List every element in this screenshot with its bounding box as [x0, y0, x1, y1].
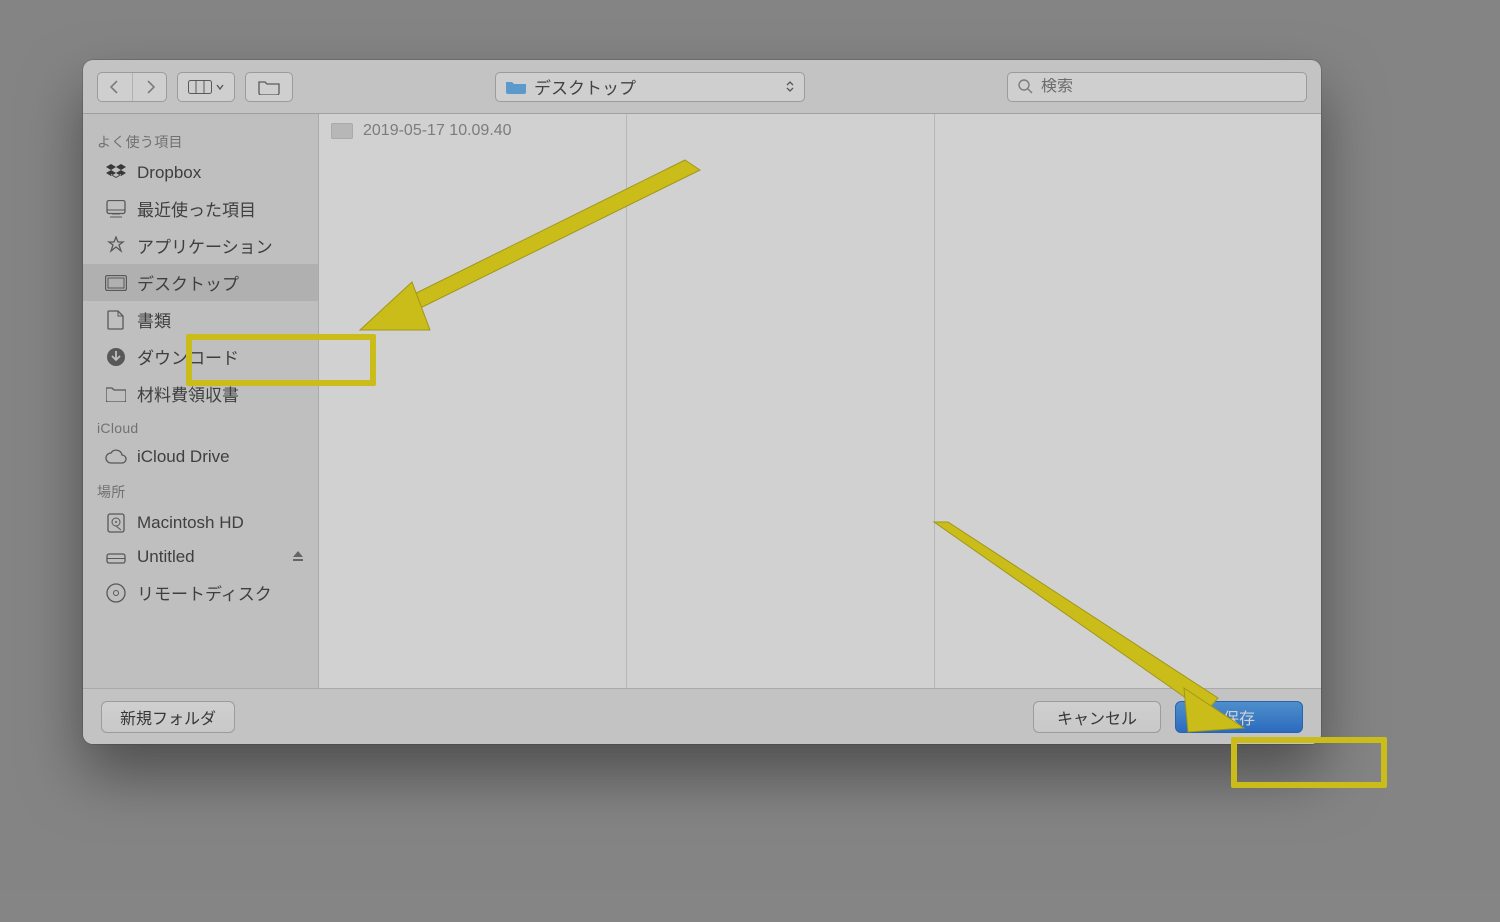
current-folder-label: デスクトップ: [534, 74, 636, 99]
sidebar: よく使う項目 Dropbox 最近使った項目 アプリケーション: [83, 114, 319, 688]
external-disk-icon: [105, 546, 127, 568]
nav-back-forward-group: [97, 72, 167, 102]
column-view: 2019-05-17 10.09.40: [319, 114, 1321, 688]
file-name: 2019-05-17 10.09.40: [363, 122, 512, 140]
save-dialog: デスクトップ よく使う項目 Dropbox: [83, 60, 1321, 744]
recents-icon: [105, 198, 127, 220]
sidebar-item-label: 書類: [137, 307, 171, 332]
sidebar-section-locations: 場所: [83, 474, 318, 506]
sidebar-section-favorites: よく使う項目: [83, 124, 318, 156]
sidebar-item-custom-folder[interactable]: 材料費領収書: [83, 375, 318, 412]
chevron-left-icon: [110, 80, 120, 94]
sidebar-item-label: 最近使った項目: [137, 196, 256, 221]
chevron-down-icon: [216, 84, 224, 90]
documents-icon: [105, 309, 127, 331]
image-thumbnail-icon: [331, 123, 353, 139]
group-by-button[interactable]: [245, 72, 293, 102]
cancel-button[interactable]: キャンセル: [1033, 701, 1161, 733]
button-label: 保存: [1223, 705, 1255, 729]
sidebar-item-desktop[interactable]: デスクトップ: [83, 264, 318, 301]
dialog-footer: 新規フォルダ キャンセル 保存: [83, 688, 1321, 744]
sidebar-item-documents[interactable]: 書類: [83, 301, 318, 338]
dialog-body: よく使う項目 Dropbox 最近使った項目 アプリケーション: [83, 114, 1321, 688]
new-folder-button[interactable]: 新規フォルダ: [101, 701, 235, 733]
button-label: キャンセル: [1057, 705, 1137, 729]
folder-toolbar-icon: [258, 79, 280, 95]
sidebar-item-recents[interactable]: 最近使った項目: [83, 190, 318, 227]
file-row[interactable]: 2019-05-17 10.09.40: [319, 118, 626, 144]
file-column-3[interactable]: [935, 114, 1321, 688]
columns-icon: [188, 80, 212, 94]
save-button[interactable]: 保存: [1175, 701, 1303, 733]
search-input[interactable]: [1041, 78, 1296, 96]
sidebar-item-label: アプリケーション: [137, 233, 273, 258]
sidebar-item-label: ダウンロード: [137, 344, 239, 369]
sidebar-item-downloads[interactable]: ダウンロード: [83, 338, 318, 375]
dropbox-icon: [105, 162, 127, 184]
eject-icon[interactable]: [292, 549, 304, 565]
downloads-icon: [105, 346, 127, 368]
folder-blue-icon: [506, 80, 526, 94]
folder-icon: [105, 383, 127, 405]
search-field[interactable]: [1007, 72, 1307, 102]
view-mode-button[interactable]: [177, 72, 235, 102]
annotation-highlight-save: [1231, 737, 1387, 788]
chevron-right-icon: [145, 80, 155, 94]
sidebar-item-icloud-drive[interactable]: iCloud Drive: [83, 440, 318, 474]
sidebar-item-applications[interactable]: アプリケーション: [83, 227, 318, 264]
sidebar-item-remote-disc[interactable]: リモートディスク: [83, 574, 318, 611]
icloud-icon: [105, 446, 127, 468]
nav-back-button[interactable]: [98, 73, 132, 101]
nav-forward-button[interactable]: [132, 73, 166, 101]
sidebar-item-label: Untitled: [137, 547, 195, 567]
toolbar: デスクトップ: [83, 60, 1321, 114]
applications-icon: [105, 235, 127, 257]
sidebar-section-icloud: iCloud: [83, 412, 318, 440]
search-icon: [1018, 79, 1033, 94]
sidebar-item-macintosh-hd[interactable]: Macintosh HD: [83, 506, 318, 540]
current-folder-popup[interactable]: デスクトップ: [495, 72, 805, 102]
hdd-icon: [105, 512, 127, 534]
sidebar-item-label: Dropbox: [137, 163, 201, 183]
button-label: 新規フォルダ: [120, 705, 216, 729]
sidebar-item-label: Macintosh HD: [137, 513, 244, 533]
up-down-icon: [786, 81, 794, 92]
sidebar-item-dropbox[interactable]: Dropbox: [83, 156, 318, 190]
sidebar-item-untitled-disk[interactable]: Untitled: [83, 540, 318, 574]
desktop-icon: [105, 272, 127, 294]
sidebar-item-label: 材料費領収書: [137, 381, 239, 406]
file-column-1[interactable]: 2019-05-17 10.09.40: [319, 114, 627, 688]
file-column-2[interactable]: [627, 114, 935, 688]
sidebar-item-label: リモートディスク: [137, 580, 272, 605]
sidebar-item-label: デスクトップ: [137, 270, 239, 295]
sidebar-item-label: iCloud Drive: [137, 447, 230, 467]
disc-icon: [105, 582, 127, 604]
